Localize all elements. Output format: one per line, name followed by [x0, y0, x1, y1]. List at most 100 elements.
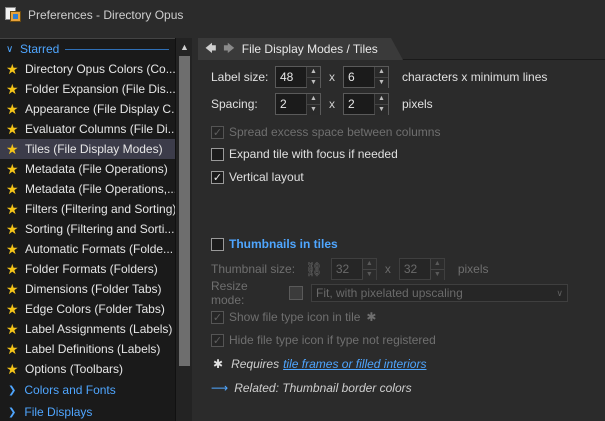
stepper-down-icon[interactable]: ▼	[307, 104, 320, 115]
requires-prefix: Requires	[231, 357, 280, 371]
spread-checkbox[interactable]: ✓	[211, 125, 224, 139]
label-size-label: Label size:	[211, 70, 269, 84]
spacing-x-stepper[interactable]: ▲▼	[275, 93, 321, 115]
sidebar-item-label: Metadata (File Operations,...	[25, 182, 175, 196]
vertical-checkbox[interactable]: ✓	[211, 170, 224, 184]
sidebar-item-label: Evaluator Columns (File Di...	[25, 122, 175, 136]
stepper-down-icon[interactable]: ▼	[362, 269, 376, 280]
sidebar-item[interactable]: ★ Evaluator Columns (File Di...	[0, 119, 175, 139]
asterisk-icon: ✱	[366, 310, 377, 324]
stepper-up-icon[interactable]: ▲	[307, 67, 320, 77]
sidebar-item[interactable]: ★ Options (Toolbars)	[0, 359, 175, 379]
sidebar-item-label: Folder Expansion (File Dis...	[25, 82, 175, 96]
spacing-y-input[interactable]	[344, 94, 374, 114]
sidebar-item-label: Options (Toolbars)	[25, 362, 124, 376]
sidebar-item[interactable]: ★ Filters (Filtering and Sorting)	[0, 199, 175, 219]
subsection-colors-and-fonts[interactable]: ❯ Colors and Fonts	[0, 379, 175, 401]
chevron-right-icon[interactable]: ❯	[8, 385, 16, 396]
scroll-thumb[interactable]	[179, 56, 190, 366]
star-icon: ★	[6, 80, 19, 97]
sidebar-item-label: Tiles (File Display Modes)	[25, 142, 163, 156]
sidebar-item[interactable]: ★ Metadata (File Operations,...	[0, 179, 175, 199]
show-icon-checkbox[interactable]: ✓	[211, 310, 224, 324]
stepper-up-icon[interactable]: ▲	[375, 67, 388, 77]
spread-checkbox-row[interactable]: ✓ Spread excess space between columns	[211, 121, 440, 143]
chevron-down-icon[interactable]: ∨	[6, 44, 20, 55]
sidebar-scrollbar[interactable]: ▲	[175, 38, 192, 421]
label-size-lines-input[interactable]	[344, 67, 374, 87]
label-size-width-stepper[interactable]: ▲▼	[275, 66, 321, 88]
thumbnails-checkbox-row[interactable]: Thumbnails in tiles	[211, 233, 338, 255]
back-arrow-icon[interactable]: 🡄	[205, 40, 216, 59]
x-separator: x	[329, 70, 335, 84]
chevron-right-icon[interactable]: ❯	[8, 407, 16, 418]
label-size-lines-stepper[interactable]: ▲▼	[343, 66, 389, 88]
star-icon: ★	[6, 100, 19, 117]
section-label: Starred	[20, 42, 60, 56]
link-chain-icon[interactable]: ⛓	[305, 261, 323, 278]
thumbnails-checkbox[interactable]	[211, 237, 224, 251]
stepper-up-icon[interactable]: ▲	[362, 259, 376, 269]
breadcrumb: 🡄 🡆 File Display Modes / Tiles	[198, 38, 605, 60]
stepper-up-icon[interactable]: ▲	[307, 94, 320, 104]
section-starred[interactable]: ∨ Starred	[0, 39, 175, 59]
resize-mode-select[interactable]: Fit, with pixelated upscaling ∨	[311, 284, 568, 302]
thumbnail-width-stepper[interactable]: ▲▼	[330, 258, 377, 280]
expand-checkbox[interactable]	[211, 147, 224, 161]
chevron-down-icon[interactable]: ∨	[556, 288, 563, 299]
star-icon: ★	[6, 140, 19, 157]
stepper-down-icon[interactable]: ▼	[430, 269, 444, 280]
show-icon-label: Show file type icon in tile	[229, 310, 361, 324]
spacing-x-input[interactable]	[276, 94, 306, 114]
sidebar-item[interactable]: ★ Tiles (File Display Modes)	[0, 139, 175, 159]
forward-arrow-icon[interactable]: 🡆	[223, 40, 234, 59]
star-icon: ★	[6, 220, 19, 237]
spacing-label: Spacing:	[211, 97, 258, 111]
section-divider	[65, 48, 169, 50]
vertical-label: Vertical layout	[229, 170, 304, 184]
sidebar-item[interactable]: ★ Sorting (Filtering and Sorti...	[0, 219, 175, 239]
vertical-checkbox-row[interactable]: ✓ Vertical layout	[211, 166, 304, 188]
hide-icon-checkbox-row[interactable]: ✓ Hide file type icon if type not regist…	[211, 329, 436, 351]
sidebar-item[interactable]: ★ Edge Colors (Folder Tabs)	[0, 299, 175, 319]
stepper-down-icon[interactable]: ▼	[375, 77, 388, 88]
sidebar-item[interactable]: ★ Dimensions (Folder Tabs)	[0, 279, 175, 299]
stepper-down-icon[interactable]: ▼	[375, 104, 388, 115]
sidebar-item-label: Dimensions (Folder Tabs)	[25, 282, 162, 296]
sidebar-item[interactable]: ★ Appearance (File Display C...	[0, 99, 175, 119]
sidebar-item[interactable]: ★ Label Definitions (Labels)	[0, 339, 175, 359]
related-note[interactable]: ⟶ Related: Thumbnail border colors	[211, 377, 412, 399]
hide-icon-checkbox[interactable]: ✓	[211, 333, 224, 347]
thumbnails-label: Thumbnails in tiles	[229, 237, 338, 251]
tile-frames-link[interactable]: tile frames or filled interiors	[283, 357, 426, 371]
stepper-up-icon[interactable]: ▲	[430, 259, 444, 269]
sidebar-item[interactable]: ★ Folder Formats (Folders)	[0, 259, 175, 279]
label-size-width-input[interactable]	[276, 67, 306, 87]
thumbnail-height-input[interactable]	[399, 259, 430, 279]
sidebar-item[interactable]: ★ Folder Expansion (File Dis...	[0, 79, 175, 99]
spread-label: Spread excess space between columns	[229, 125, 441, 139]
subsection-file-displays[interactable]: ❯ File Displays	[0, 401, 175, 421]
star-icon: ★	[6, 160, 19, 177]
show-icon-checkbox-row[interactable]: ✓ Show file type icon in tile ✱	[211, 306, 376, 328]
sidebar-item[interactable]: ★ Metadata (File Operations)	[0, 159, 175, 179]
spacing-y-stepper[interactable]: ▲▼	[343, 93, 389, 115]
arrow-right-icon: ⟶	[211, 381, 229, 395]
star-icon: ★	[6, 280, 19, 297]
star-icon: ★	[6, 240, 19, 257]
sidebar-item[interactable]: ★ Label Assignments (Labels)	[0, 319, 175, 339]
thumbnail-width-input[interactable]	[331, 259, 362, 279]
hide-icon-label: Hide file type icon if type not register…	[229, 333, 436, 347]
scroll-up-icon[interactable]: ▲	[176, 40, 193, 54]
related-text[interactable]: Related: Thumbnail border colors	[234, 381, 411, 395]
stepper-down-icon[interactable]: ▼	[307, 77, 320, 88]
sidebar-item[interactable]: ★ Directory Opus Colors (Co...	[0, 59, 175, 79]
expand-checkbox-row[interactable]: Expand tile with focus if needed	[211, 143, 398, 165]
sidebar-item-label: Directory Opus Colors (Co...	[25, 62, 175, 76]
breadcrumb-text: File Display Modes / Tiles	[241, 42, 378, 56]
stepper-up-icon[interactable]: ▲	[375, 94, 388, 104]
sidebar-item[interactable]: ★ Automatic Formats (Folde...	[0, 239, 175, 259]
thumbnail-height-stepper[interactable]: ▲▼	[398, 258, 445, 280]
preferences-tree[interactable]: ∨ Starred ★ Directory Opus Colors (Co... ★…	[0, 38, 175, 421]
thumbnail-size-row: Thumbnail size: ⛓ ▲▼ x ▲▼ pixels	[211, 258, 489, 280]
